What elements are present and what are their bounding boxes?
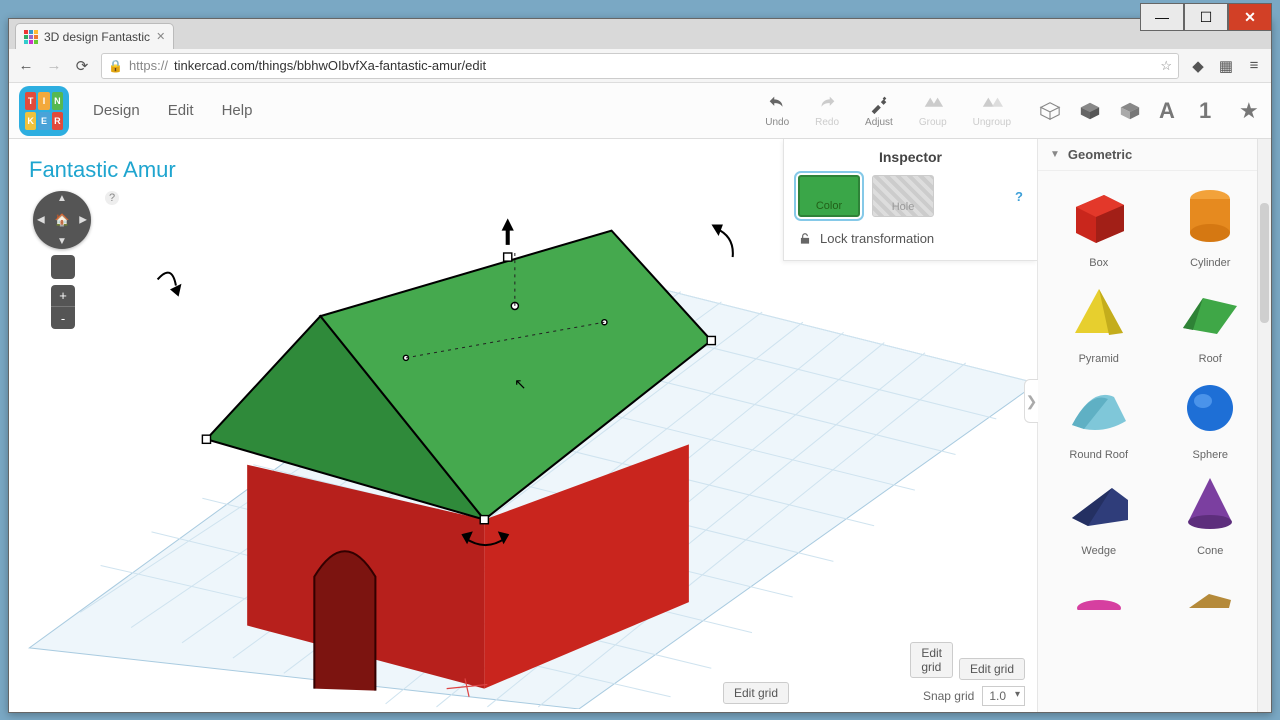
edit-grid-button[interactable]: Edit grid bbox=[723, 682, 789, 704]
shape-box[interactable]: Box bbox=[1048, 179, 1150, 269]
cube-solid-icon[interactable] bbox=[1079, 100, 1101, 122]
chrome-menu-icon[interactable]: ≡ bbox=[1245, 57, 1263, 75]
shape-roundroof[interactable]: Round Roof bbox=[1048, 371, 1150, 461]
shape-pyramid[interactable]: Pyramid bbox=[1048, 275, 1150, 365]
window-close-button[interactable]: ✕ bbox=[1228, 3, 1272, 31]
address-bar[interactable]: 🔒 https:// tinkercad.com/things/bbhwOIbv… bbox=[101, 53, 1179, 79]
tab-close-icon[interactable]: ✕ bbox=[156, 30, 165, 43]
app-toolbar: TIN KER Design Edit Help Undo Redo Adjus… bbox=[9, 83, 1271, 139]
browser-tab[interactable]: 3D design Fantastic ✕ bbox=[15, 23, 174, 49]
tinkercad-logo[interactable]: TIN KER bbox=[19, 86, 69, 136]
url-scheme: https:// bbox=[129, 58, 168, 73]
ungroup-button[interactable]: Ungroup bbox=[973, 93, 1011, 128]
inspector-title: Inspector bbox=[798, 149, 1023, 165]
undo-button[interactable]: Undo bbox=[765, 93, 789, 128]
number-tool-icon[interactable]: 1 bbox=[1199, 100, 1221, 122]
back-button[interactable]: ← bbox=[17, 57, 35, 75]
bookmark-star-icon[interactable]: ☆ bbox=[1160, 58, 1172, 74]
shapes-category-header[interactable]: ▼ Geometric bbox=[1038, 139, 1271, 171]
forward-button[interactable]: → bbox=[45, 57, 63, 75]
extension-icon[interactable]: ◆ bbox=[1189, 57, 1207, 75]
tab-title: 3D design Fantastic bbox=[44, 30, 150, 44]
shape-wedge[interactable]: Wedge bbox=[1048, 467, 1150, 557]
browser-toolbar: ← → ⟳ 🔒 https:// tinkercad.com/things/bb… bbox=[9, 49, 1271, 83]
shape-more-1[interactable] bbox=[1048, 563, 1150, 637]
group-button[interactable]: Group bbox=[919, 93, 947, 128]
shapes-scrollbar[interactable] bbox=[1257, 139, 1271, 712]
reload-button[interactable]: ⟳ bbox=[73, 57, 91, 75]
adjust-button[interactable]: Adjust bbox=[865, 93, 893, 128]
favicon-icon bbox=[24, 30, 38, 44]
inspector-panel: Inspector Color Hole ? Lock transformati… bbox=[783, 139, 1037, 261]
chevron-down-icon: ▼ bbox=[1050, 149, 1060, 160]
menu-edit[interactable]: Edit bbox=[168, 102, 194, 119]
shape-sphere[interactable]: Sphere bbox=[1160, 371, 1262, 461]
unlock-icon bbox=[798, 232, 812, 246]
shape-roof[interactable]: Roof bbox=[1160, 275, 1262, 365]
snap-grid-select[interactable]: 1.0 bbox=[982, 686, 1025, 706]
workplane-icon[interactable] bbox=[1039, 100, 1061, 122]
redo-button[interactable]: Redo bbox=[815, 93, 839, 128]
lock-icon: 🔒 bbox=[108, 59, 123, 73]
snap-grid-label: Snap grid bbox=[923, 689, 974, 703]
panel-collapse-handle[interactable]: ❯ bbox=[1024, 379, 1038, 423]
cube-stripe-icon[interactable] bbox=[1119, 100, 1141, 122]
favorite-icon[interactable]: ★ bbox=[1239, 100, 1261, 122]
color-swatch-button[interactable]: Color bbox=[798, 175, 860, 217]
text-tool-icon[interactable]: A bbox=[1159, 100, 1181, 122]
edit-grid-button[interactable]: Edit grid bbox=[959, 658, 1025, 680]
window-maximize-button[interactable]: ☐ bbox=[1184, 3, 1228, 31]
browser-tabstrip: 3D design Fantastic ✕ bbox=[9, 19, 1271, 49]
edit-grid-button-2[interactable]: Edit grid bbox=[910, 642, 953, 678]
shape-cylinder[interactable]: Cylinder bbox=[1160, 179, 1262, 269]
canvas-3d[interactable]: Fantastic Amur ? ▲▼◀▶ + - bbox=[9, 139, 1037, 712]
hole-swatch-button[interactable]: Hole bbox=[872, 175, 934, 217]
url-text: tinkercad.com/things/bbhwOIbvfXa-fantast… bbox=[174, 58, 486, 73]
lock-transform-button[interactable]: Lock transformation bbox=[820, 231, 934, 246]
extension-icon-2[interactable]: ▦ bbox=[1217, 57, 1235, 75]
menu-design[interactable]: Design bbox=[93, 102, 140, 119]
shape-cone[interactable]: Cone bbox=[1160, 467, 1262, 557]
menu-help[interactable]: Help bbox=[222, 102, 253, 119]
inspector-help-icon[interactable]: ? bbox=[1015, 189, 1023, 204]
shape-more-2[interactable] bbox=[1160, 563, 1262, 637]
shapes-panel: ❯ ▼ Geometric Box Cylinder Pyramid bbox=[1037, 139, 1271, 712]
window-minimize-button[interactable]: — bbox=[1140, 3, 1184, 31]
